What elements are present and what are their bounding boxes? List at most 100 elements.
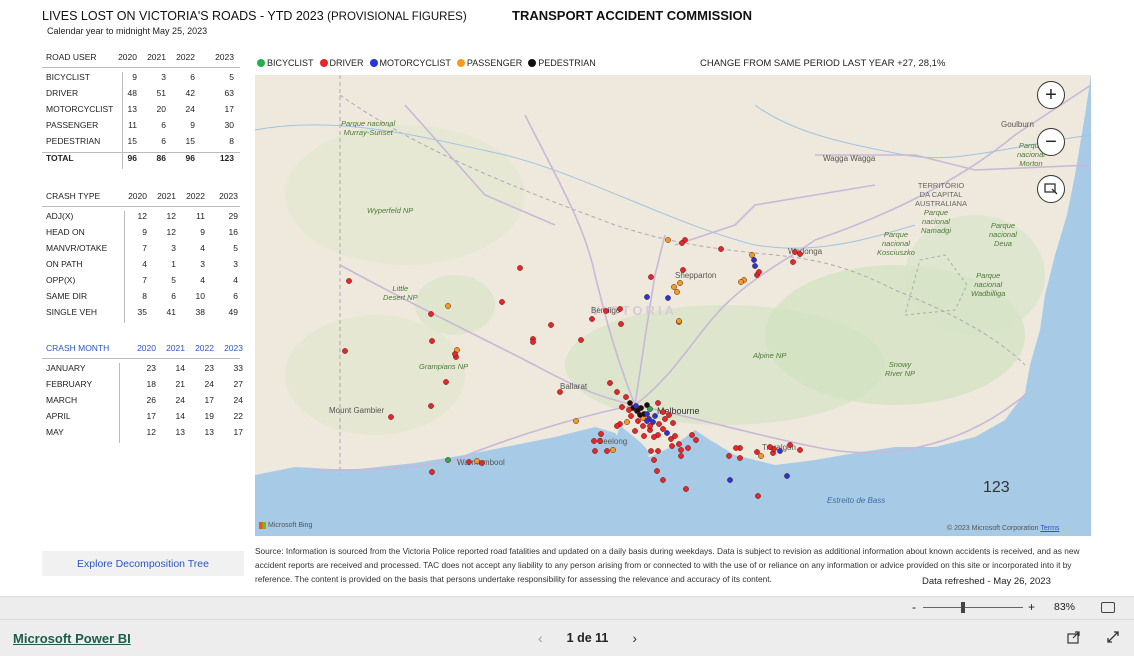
zoom-slider-handle[interactable]: [961, 602, 965, 613]
crash-point[interactable]: [671, 284, 677, 290]
crash-point[interactable]: [689, 432, 695, 438]
crash-point[interactable]: [674, 289, 680, 295]
zoom-plus-button[interactable]: +: [1028, 600, 1035, 614]
legend-item[interactable]: MOTORCYCLIST: [369, 58, 451, 68]
crash-point[interactable]: [651, 434, 657, 440]
crash-point[interactable]: [644, 294, 650, 300]
crash-point[interactable]: [792, 249, 798, 255]
crash-point[interactable]: [591, 438, 597, 444]
crash-point[interactable]: [635, 418, 641, 424]
crash-point[interactable]: [666, 412, 672, 418]
terms-link[interactable]: Terms: [1040, 525, 1059, 532]
crash-point[interactable]: [751, 257, 757, 263]
crash-point[interactable]: [346, 278, 352, 284]
crash-point[interactable]: [784, 473, 790, 479]
crash-point[interactable]: [632, 428, 638, 434]
crash-point[interactable]: [530, 339, 536, 345]
crash-point[interactable]: [614, 423, 620, 429]
crash-point[interactable]: [749, 252, 755, 258]
crash-point[interactable]: [443, 379, 449, 385]
crash-point[interactable]: [797, 251, 803, 257]
crash-point[interactable]: [614, 389, 620, 395]
crash-point[interactable]: [678, 447, 684, 453]
crash-point[interactable]: [628, 413, 634, 419]
crash-point[interactable]: [429, 338, 435, 344]
crash-point[interactable]: [665, 237, 671, 243]
crash-point[interactable]: [644, 411, 650, 417]
crash-point[interactable]: [665, 295, 671, 301]
crash-point[interactable]: [474, 458, 480, 464]
crash-point[interactable]: [479, 460, 485, 466]
crash-point[interactable]: [651, 457, 657, 463]
crash-point[interactable]: [679, 240, 685, 246]
fit-to-page-icon[interactable]: [1101, 602, 1115, 613]
crash-point[interactable]: [647, 406, 653, 412]
legend-item[interactable]: PASSENGER: [456, 58, 522, 68]
crash-point[interactable]: [429, 469, 435, 475]
crash-point[interactable]: [598, 431, 604, 437]
crash-point[interactable]: [752, 263, 758, 269]
legend-item[interactable]: DRIVER: [319, 58, 364, 68]
zoom-minus-button[interactable]: -: [912, 600, 916, 614]
crash-point[interactable]: [610, 447, 616, 453]
crash-point[interactable]: [676, 441, 682, 447]
crash-point[interactable]: [655, 400, 661, 406]
crash-point[interactable]: [660, 477, 666, 483]
crash-point[interactable]: [664, 430, 670, 436]
explore-decomposition-tree-button[interactable]: Explore Decomposition Tree: [42, 551, 244, 576]
chevron-right-icon[interactable]: ›: [632, 630, 637, 646]
power-bi-link[interactable]: Microsoft Power BI: [13, 631, 131, 646]
crash-point[interactable]: [573, 418, 579, 424]
zoom-in-button[interactable]: +: [1037, 81, 1065, 109]
crash-point[interactable]: [656, 421, 662, 427]
crash-point[interactable]: [654, 468, 660, 474]
crash-point[interactable]: [693, 437, 699, 443]
crash-point[interactable]: [660, 426, 666, 432]
zoom-out-button[interactable]: −: [1037, 128, 1065, 156]
crash-point[interactable]: [517, 265, 523, 271]
crash-point[interactable]: [623, 394, 629, 400]
crash-point[interactable]: [388, 414, 394, 420]
lasso-select-button[interactable]: [1037, 175, 1065, 203]
crash-point[interactable]: [669, 443, 675, 449]
crash-point[interactable]: [676, 318, 682, 324]
crash-point[interactable]: [678, 453, 684, 459]
crash-point[interactable]: [733, 445, 739, 451]
crash-point[interactable]: [756, 269, 762, 275]
crash-point[interactable]: [655, 448, 661, 454]
crash-point[interactable]: [777, 448, 783, 454]
legend-item[interactable]: BICYCLIST: [257, 58, 314, 68]
crash-point[interactable]: [797, 447, 803, 453]
crash-point[interactable]: [738, 279, 744, 285]
crash-point[interactable]: [597, 438, 603, 444]
crash-point[interactable]: [647, 423, 653, 429]
crash-point[interactable]: [648, 448, 654, 454]
crash-point[interactable]: [589, 316, 595, 322]
crash-point[interactable]: [617, 306, 623, 312]
crash-point[interactable]: [790, 259, 796, 265]
crash-point[interactable]: [592, 448, 598, 454]
crash-point[interactable]: [641, 433, 647, 439]
crash-point[interactable]: [607, 380, 613, 386]
crash-point[interactable]: [660, 409, 666, 415]
crash-point[interactable]: [445, 303, 451, 309]
crash-point[interactable]: [767, 444, 773, 450]
crash-point[interactable]: [557, 389, 563, 395]
zoom-slider[interactable]: [923, 602, 1023, 613]
crash-point[interactable]: [754, 449, 760, 455]
crash-point[interactable]: [726, 453, 732, 459]
crash-point[interactable]: [445, 457, 451, 463]
crash-point[interactable]: [618, 321, 624, 327]
crash-point[interactable]: [758, 453, 764, 459]
crash-point[interactable]: [633, 403, 639, 409]
crash-point[interactable]: [652, 413, 658, 419]
chevron-left-icon[interactable]: ‹: [538, 630, 543, 646]
crash-point[interactable]: [755, 493, 761, 499]
share-button[interactable]: [1067, 630, 1081, 649]
crash-point[interactable]: [624, 419, 630, 425]
crash-point[interactable]: [428, 311, 434, 317]
crash-point[interactable]: [627, 400, 633, 406]
crash-point[interactable]: [466, 459, 472, 465]
crash-point[interactable]: [672, 433, 678, 439]
crash-point[interactable]: [787, 442, 793, 448]
